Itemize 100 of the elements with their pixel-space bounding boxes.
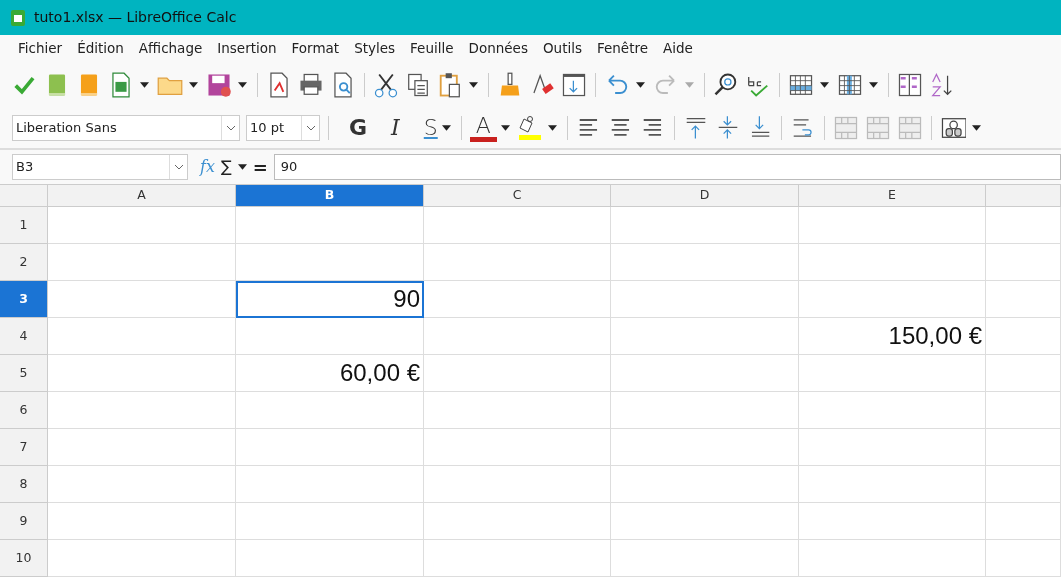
insert-icon[interactable] — [561, 72, 587, 98]
table-cell[interactable] — [799, 355, 986, 392]
table-cell[interactable] — [424, 466, 611, 503]
table-cell[interactable] — [611, 281, 799, 318]
chevron-down-icon[interactable] — [225, 125, 236, 131]
table-cell[interactable] — [236, 540, 424, 577]
menu-item[interactable]: Insertion — [211, 38, 286, 59]
row-header[interactable]: 6 — [0, 392, 48, 429]
table-cell[interactable] — [611, 429, 799, 466]
column-header[interactable]: C — [424, 185, 611, 207]
caret-icon[interactable] — [469, 82, 478, 88]
table-cell[interactable] — [611, 244, 799, 281]
sum-button[interactable]: ∑ — [220, 155, 232, 179]
table-cell[interactable] — [986, 503, 1061, 540]
column-header[interactable]: B — [236, 185, 424, 207]
table-cell[interactable] — [48, 466, 236, 503]
table-cell[interactable] — [799, 540, 986, 577]
table-cell[interactable] — [48, 429, 236, 466]
formula-input[interactable]: 90 — [273, 154, 1061, 180]
table-cell[interactable] — [424, 429, 611, 466]
table-cell[interactable] — [986, 540, 1061, 577]
table-cell[interactable] — [799, 429, 986, 466]
table-cell[interactable] — [236, 466, 424, 503]
font-name-field[interactable]: Liberation Sans — [12, 115, 240, 141]
caret-icon[interactable] — [441, 125, 451, 131]
table-cell[interactable] — [799, 466, 986, 503]
caret-icon[interactable] — [140, 82, 149, 88]
font-size-field[interactable]: 10 pt — [246, 115, 320, 141]
table-cell[interactable] — [236, 429, 424, 466]
bold-button[interactable]: G — [349, 117, 368, 139]
sort-icon[interactable] — [897, 72, 923, 98]
table-cell[interactable]: 150,00 € — [799, 318, 986, 355]
table-cell[interactable] — [424, 540, 611, 577]
underline-button[interactable]: S — [423, 117, 438, 139]
table-cell[interactable] — [236, 318, 424, 355]
name-box[interactable]: B3 — [12, 154, 188, 180]
table-cell[interactable] — [424, 355, 611, 392]
table-cell[interactable] — [986, 392, 1061, 429]
table-cell[interactable] — [424, 392, 611, 429]
row-header[interactable]: 7 — [0, 429, 48, 466]
column-header[interactable]: A — [48, 185, 236, 207]
menu-item[interactable]: Affichage — [132, 38, 212, 59]
table-cell[interactable] — [48, 207, 236, 244]
table-cell[interactable] — [611, 207, 799, 244]
table-column-icon[interactable] — [837, 72, 863, 98]
caret-icon[interactable] — [237, 164, 247, 170]
table-cell[interactable] — [986, 429, 1061, 466]
chevron-down-icon[interactable] — [305, 125, 316, 131]
table-cell[interactable] — [48, 355, 236, 392]
search-icon[interactable] — [713, 72, 739, 98]
caret-icon[interactable] — [820, 82, 829, 88]
table-cell[interactable] — [611, 466, 799, 503]
table-cell[interactable] — [236, 207, 424, 244]
column-header[interactable]: D — [611, 185, 799, 207]
table-cell[interactable] — [799, 503, 986, 540]
table-row-icon[interactable] — [788, 72, 814, 98]
coins-icon[interactable] — [939, 115, 966, 141]
caret-icon[interactable] — [238, 82, 247, 88]
row-header[interactable]: 2 — [0, 244, 48, 281]
table-cell[interactable] — [424, 281, 611, 318]
table-cell[interactable] — [986, 355, 1061, 392]
caret-icon[interactable] — [500, 125, 510, 131]
table-cell[interactable] — [48, 503, 236, 540]
menu-item[interactable]: Format — [285, 38, 349, 59]
table-cell[interactable] — [611, 392, 799, 429]
row-header[interactable]: 10 — [0, 540, 48, 577]
table-cell[interactable] — [48, 318, 236, 355]
row-header[interactable]: 4 — [0, 318, 48, 355]
menu-item[interactable]: Aide — [657, 38, 702, 59]
table-cell[interactable] — [986, 244, 1061, 281]
row-header[interactable]: 9 — [0, 503, 48, 540]
table-cell[interactable] — [611, 503, 799, 540]
table-cell[interactable]: 60,00 € — [236, 355, 424, 392]
table-cell[interactable] — [799, 281, 986, 318]
table-cell[interactable] — [799, 392, 986, 429]
copy-icon[interactable] — [405, 72, 431, 98]
menu-item[interactable]: Édition — [71, 38, 133, 59]
italic-button[interactable]: I — [391, 117, 400, 139]
chevron-down-icon[interactable] — [173, 164, 184, 170]
merge-cells-icon[interactable] — [864, 115, 891, 141]
menu-item[interactable]: Fichier — [12, 38, 72, 59]
caret-icon[interactable] — [547, 125, 557, 131]
caret-icon[interactable] — [869, 82, 878, 88]
menu-item[interactable]: Styles — [348, 38, 405, 59]
table-cell[interactable] — [48, 281, 236, 318]
table-cell[interactable] — [48, 540, 236, 577]
table-cell[interactable] — [424, 244, 611, 281]
row-header[interactable]: 8 — [0, 466, 48, 503]
menu-item[interactable]: Données — [462, 38, 537, 59]
highlight-color-icon[interactable] — [517, 115, 542, 141]
table-cell[interactable]: 90 — [236, 281, 424, 318]
printer-icon[interactable] — [298, 72, 324, 98]
table-cell[interactable] — [48, 244, 236, 281]
select-all-corner[interactable] — [0, 185, 48, 207]
row-header[interactable]: 1 — [0, 207, 48, 244]
menu-item[interactable]: Feuille — [404, 38, 463, 59]
menu-item[interactable]: Fenêtre — [591, 38, 658, 59]
table-cell[interactable] — [986, 318, 1061, 355]
row-header[interactable]: 3 — [0, 281, 48, 318]
table-cell[interactable] — [48, 392, 236, 429]
